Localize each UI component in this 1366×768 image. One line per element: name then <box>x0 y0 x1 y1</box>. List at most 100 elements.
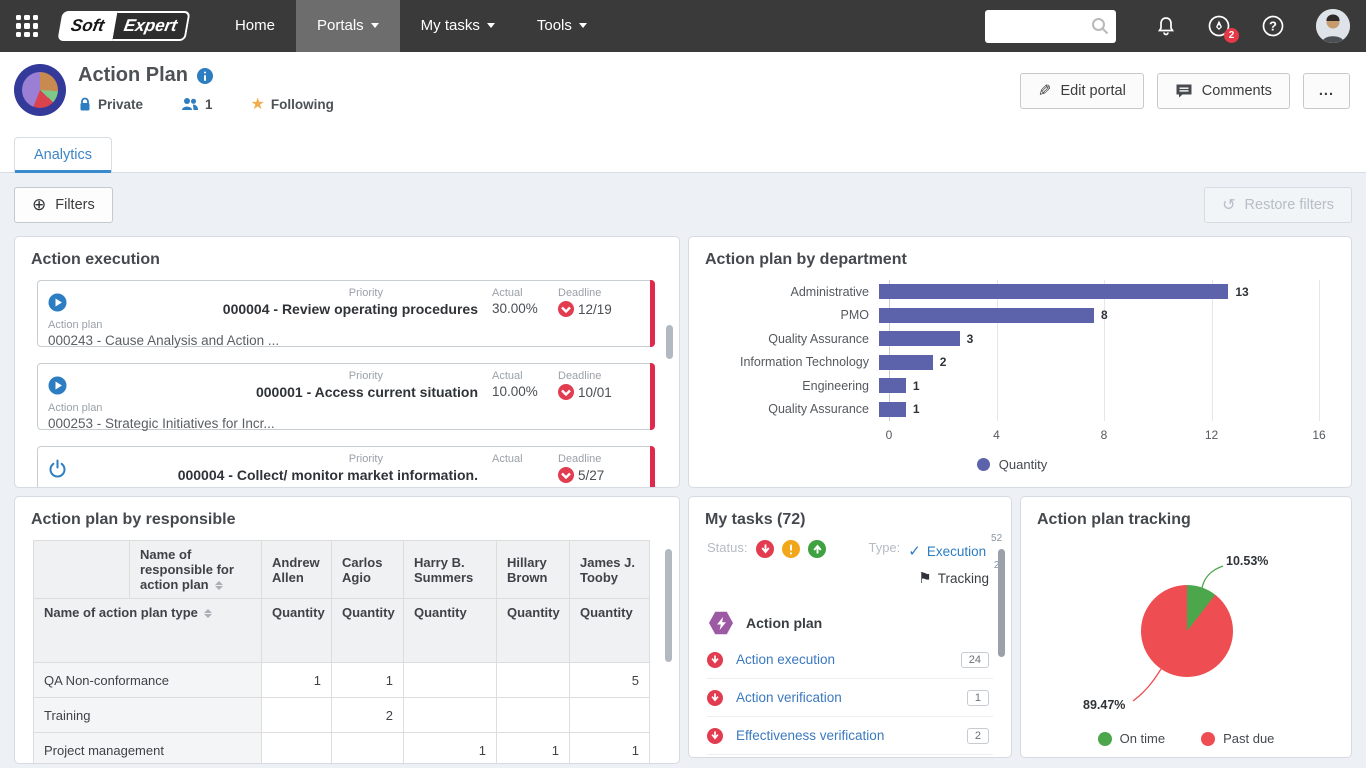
column-header-person: Andrew Allen <box>262 541 332 599</box>
restore-icon <box>1222 195 1235 215</box>
deadline-value: 10/01 <box>578 385 612 400</box>
filters-button[interactable]: Filters <box>14 187 113 223</box>
edit-portal-button[interactable]: Edit portal <box>1020 73 1144 109</box>
past-due-icon <box>707 652 723 668</box>
status-warning-icon[interactable] <box>782 540 800 558</box>
portal-header: Action Plan Private 1 Following Edit por… <box>0 52 1366 135</box>
bar[interactable] <box>879 331 960 346</box>
table-row: QA Non-conformance 1 1 5 <box>34 663 650 698</box>
bar-value: 8 <box>1101 308 1108 322</box>
bar[interactable] <box>879 355 933 370</box>
restore-filters-button[interactable]: Restore filters <box>1204 187 1352 223</box>
cell: 1 <box>497 733 570 765</box>
info-icon[interactable] <box>197 68 213 84</box>
more-options-button[interactable]: ... <box>1303 73 1350 109</box>
measure-header: Quantity <box>497 599 570 663</box>
bar[interactable] <box>879 284 1228 299</box>
notifications-bell-icon[interactable] <box>1155 15 1177 37</box>
action-plan-label: Action plan <box>48 401 638 416</box>
task-item[interactable]: Action verification 1 <box>707 679 993 717</box>
measure-header: Quantity <box>404 599 497 663</box>
power-icon[interactable] <box>48 452 80 483</box>
action-plan-hexagon-icon <box>709 611 733 635</box>
bar-value: 3 <box>967 332 974 346</box>
cell <box>497 663 570 698</box>
cell <box>404 698 497 733</box>
task-item[interactable]: Action execution 24 <box>707 641 993 679</box>
play-icon[interactable] <box>48 286 80 317</box>
type-option-tracking[interactable]: Tracking 20 <box>918 569 1003 587</box>
bar[interactable] <box>879 378 906 393</box>
comments-button[interactable]: Comments <box>1157 73 1290 109</box>
legend-dot <box>977 458 990 471</box>
nav-item-my-tasks[interactable]: My tasks <box>400 0 516 52</box>
nav-item-portals[interactable]: Portals <box>296 0 400 52</box>
cell <box>332 733 404 765</box>
actual-label: Actual <box>492 452 558 467</box>
legend-item-quantity[interactable]: Quantity <box>689 457 1335 472</box>
bar[interactable] <box>879 308 1094 323</box>
pie-graphic[interactable] <box>1141 585 1233 677</box>
members-icon <box>181 97 199 111</box>
bar-category: Information Technology <box>689 355 879 369</box>
actual-value: 30.00% <box>492 301 558 316</box>
column-header-person: James J. Tooby <box>570 541 650 599</box>
following-toggle[interactable]: Following <box>251 94 334 114</box>
play-icon[interactable] <box>48 369 80 400</box>
members-count[interactable]: 1 <box>181 94 213 114</box>
scrollbar[interactable] <box>666 325 673 359</box>
actual-label: Actual <box>492 286 558 301</box>
action-card[interactable]: Priority 000004 - Review operating proce… <box>37 280 655 347</box>
user-avatar[interactable] <box>1316 9 1350 43</box>
cell: 1 <box>404 733 497 765</box>
lock-icon <box>78 97 92 112</box>
bar-category: Administrative <box>689 285 879 299</box>
deadline-value: 5/27 <box>578 468 604 483</box>
check-icon <box>908 542 921 560</box>
tab-analytics[interactable]: Analytics <box>14 137 112 172</box>
pie-slice-label: 10.53% <box>1226 554 1268 568</box>
legend-item-on-time[interactable]: On time <box>1098 731 1166 746</box>
task-item[interactable]: Effectiveness verification 2 <box>707 717 993 755</box>
cell <box>497 698 570 733</box>
status-past-due-icon[interactable] <box>756 540 774 558</box>
brand-logo-soft: Soft <box>57 11 117 41</box>
panel-title: Action execution <box>31 251 663 269</box>
type-option-execution[interactable]: Execution 52 <box>908 542 1000 560</box>
whats-new-icon[interactable]: 2 <box>1207 14 1231 38</box>
scrollbar[interactable] <box>665 549 672 662</box>
action-plan-value: 000243 - Cause Analysis and Action ... <box>48 333 468 348</box>
help-icon[interactable]: ? <box>1261 14 1285 38</box>
search-icon[interactable] <box>1091 17 1109 40</box>
task-link: Action verification <box>736 690 967 705</box>
pencil-icon <box>1038 81 1051 101</box>
scrollbar[interactable] <box>998 549 1005 657</box>
panel-title: Action plan by department <box>705 251 1335 269</box>
deadline-label: Deadline <box>558 369 638 384</box>
nav-item-tools[interactable]: Tools <box>516 0 608 52</box>
chevron-down-icon <box>579 23 587 32</box>
row-header-type[interactable]: Name of action plan type <box>34 599 262 663</box>
cell <box>404 663 497 698</box>
bar[interactable] <box>879 402 906 417</box>
task-link: Effectiveness verification <box>736 728 967 743</box>
past-due-icon <box>707 728 723 744</box>
action-card[interactable]: Priority 000001 - Access current situati… <box>37 363 655 430</box>
cell: 1 <box>570 733 650 765</box>
privacy-status: Private <box>78 94 143 114</box>
legend-dot <box>1201 732 1215 746</box>
panel-my-tasks: My tasks (72) Status: Type: E <box>688 496 1012 758</box>
task-count-badge: 24 <box>961 652 989 668</box>
row-label: Project management <box>34 733 262 765</box>
app-grid-icon[interactable] <box>16 15 38 37</box>
brand-logo[interactable]: Soft Expert <box>57 11 190 41</box>
nav-item-home[interactable]: Home <box>214 0 296 52</box>
legend-item-past-due[interactable]: Past due <box>1201 731 1274 746</box>
action-card[interactable]: Priority 000004 - Collect/ monitor marke… <box>37 446 655 488</box>
sort-icon <box>215 581 223 590</box>
cell: 1 <box>332 663 404 698</box>
status-on-time-icon[interactable] <box>808 540 826 558</box>
bar-category: Quality Assurance <box>689 402 879 416</box>
task-group-action-plan[interactable]: Action plan <box>709 611 993 635</box>
column-header-responsible[interactable]: Name of responsible for action plan <box>130 541 262 599</box>
